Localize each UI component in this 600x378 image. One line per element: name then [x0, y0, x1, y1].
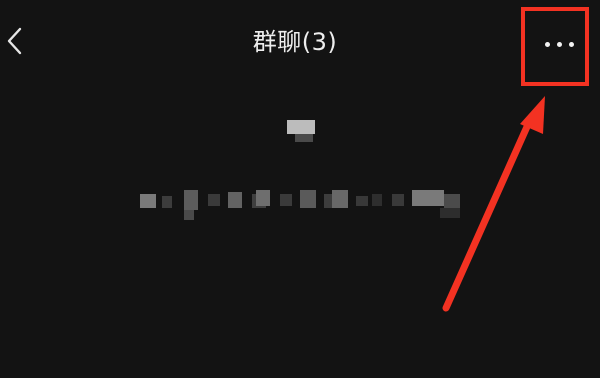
page-title: 群聊(3): [252, 28, 338, 56]
nav-bar: 群聊(3): [0, 0, 600, 90]
blurred-text-block: [228, 192, 242, 208]
more-horizontal-icon: [569, 42, 574, 47]
blurred-text-block: [372, 194, 382, 206]
blurred-text-block: [208, 194, 220, 206]
blurred-text-block: [300, 190, 316, 208]
chat-screen: 群聊(3): [0, 0, 600, 378]
chat-content-area: [0, 90, 600, 378]
blurred-text-block: [295, 134, 313, 142]
blurred-text-block: [332, 190, 348, 208]
blurred-text-block: [444, 194, 460, 208]
blurred-text-block: [392, 194, 404, 206]
blurred-text-block: [287, 120, 315, 134]
blurred-text-block: [256, 190, 270, 206]
more-horizontal-icon: [545, 42, 550, 47]
more-button[interactable]: [528, 22, 588, 66]
blurred-text-block: [184, 190, 198, 210]
blurred-text-block: [412, 190, 444, 206]
blurred-text-block: [356, 196, 368, 206]
more-horizontal-icon: [557, 42, 562, 47]
blurred-text-block: [280, 194, 292, 206]
blurred-text-block: [140, 194, 156, 208]
blurred-text-block: [162, 196, 172, 208]
blurred-text-block: [440, 208, 460, 218]
blurred-text-block: [184, 210, 194, 220]
